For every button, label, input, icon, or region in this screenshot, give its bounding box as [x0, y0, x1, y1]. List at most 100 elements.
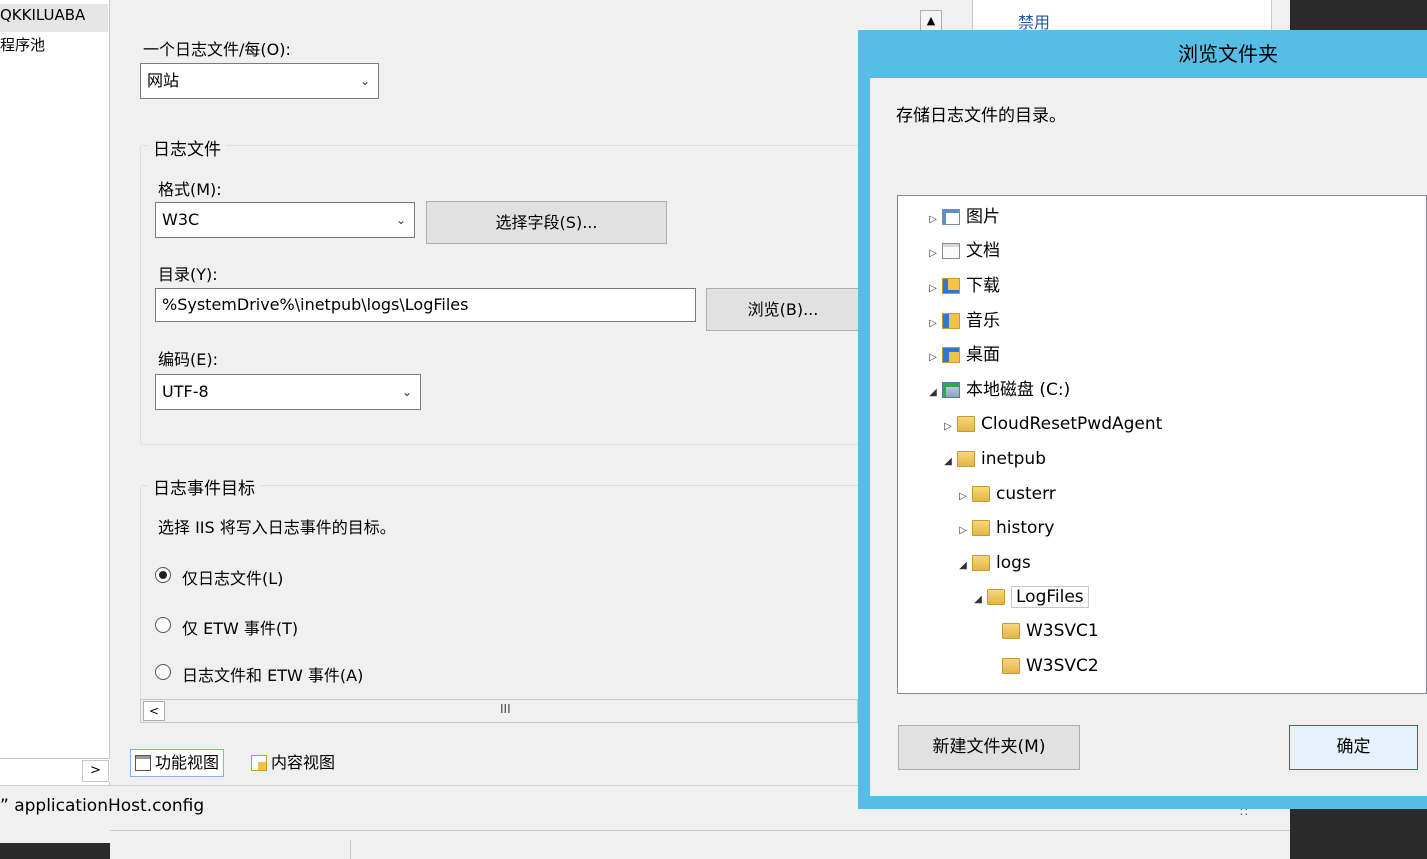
actions-pane [972, 0, 1272, 34]
scroll-right-arrow-icon[interactable]: > [82, 760, 109, 782]
desktop-folder-icon [942, 347, 960, 363]
tree-node-label: LogFiles [1011, 586, 1089, 608]
radio-selected-dot [159, 571, 167, 579]
folder-icon [972, 555, 990, 571]
directory-input[interactable]: %SystemDrive%\inetpub\logs\LogFiles [155, 288, 696, 322]
new-folder-button[interactable]: 新建文件夹(M) [898, 725, 1080, 770]
tree-item-app-pools[interactable]: 程序池 [0, 34, 45, 55]
tree-node-cloudresetpwdagent[interactable]: ▷ CloudResetPwdAgent [941, 409, 1162, 439]
directory-value: %SystemDrive%\inetpub\logs\LogFiles [162, 295, 469, 314]
encoding-select[interactable]: UTF-8 ⌄ [155, 374, 421, 410]
tree-node-label: 图片 [966, 207, 1000, 227]
tree-node-logs[interactable]: ◢ logs [956, 548, 1031, 578]
radio-both-label[interactable]: 日志文件和 ETW 事件(A) [182, 662, 363, 686]
tree-node-label: history [996, 518, 1055, 538]
tree-node-documents[interactable]: ▷ 文档 [926, 236, 1000, 266]
expand-arrow-icon[interactable]: ▷ [926, 309, 940, 339]
tree-node-label: logs [996, 553, 1031, 573]
tree-node-w3svc2[interactable]: W3SVC2 [986, 651, 1099, 681]
collapse-arrow-icon[interactable]: ◢ [926, 378, 940, 408]
encoding-label: 编码(E): [158, 350, 218, 369]
expand-arrow-icon[interactable]: ▷ [956, 516, 970, 546]
tab-content-view-label: 内容视图 [271, 753, 336, 772]
downloads-folder-icon [942, 278, 960, 294]
tree-node-label: 音乐 [966, 311, 1000, 331]
tab-features-view[interactable]: 功能视图 [130, 749, 225, 777]
music-library-icon [942, 313, 960, 329]
event-destination-description: 选择 IIS 将写入日志事件的目标。 [158, 518, 396, 537]
horizontal-scrollbar[interactable] [140, 699, 858, 723]
radio-etw-only[interactable] [155, 617, 171, 633]
radio-both[interactable] [155, 664, 171, 680]
chevron-down-icon: ⌄ [401, 385, 412, 399]
radio-log-file-only[interactable] [155, 567, 171, 583]
log-file-per-select[interactable]: 网站 ⌄ [140, 63, 379, 99]
documents-library-icon [942, 243, 960, 259]
tab-features-view-label: 功能视图 [155, 753, 220, 772]
radio-log-file-only-label[interactable]: 仅日志文件(L) [182, 565, 283, 589]
features-view-icon [135, 755, 151, 771]
connections-pane: QKKILUABA 程序池 [0, 0, 110, 785]
status-text: ” applicationHost.config [0, 796, 205, 816]
select-fields-button[interactable]: 选择字段(S)... [426, 201, 667, 244]
folder-tree[interactable]: ▷ 图片 ▷ 文档 ▷ 下载 ▷ 音乐 ▷ 桌面 ◢ 本地磁盘 (C:) ▷ CloudRes… [897, 195, 1427, 694]
tree-node-w3svc1[interactable]: W3SVC1 [986, 616, 1099, 646]
scrollbar-grip-icon[interactable]: III [500, 702, 511, 716]
folder-icon [1002, 658, 1020, 674]
expand-arrow-icon[interactable]: ▷ [926, 239, 940, 269]
format-label: 格式(M): [158, 180, 222, 199]
expand-arrow-icon[interactable]: ▷ [926, 205, 940, 235]
tree-node-desktop[interactable]: ▷ 桌面 [926, 340, 1000, 370]
expand-arrow-icon[interactable]: ▷ [926, 343, 940, 373]
expand-arrow-icon[interactable]: ▷ [926, 274, 940, 304]
collapse-arrow-icon[interactable]: ◢ [971, 585, 985, 615]
tree-node-inetpub[interactable]: ◢ inetpub [941, 444, 1046, 474]
tree-node-downloads[interactable]: ▷ 下载 [926, 271, 1000, 301]
view-tabs-bar: 功能视图 内容视图 [112, 745, 858, 785]
folder-icon [987, 589, 1005, 605]
tree-node-label: W3SVC1 [1026, 621, 1099, 641]
tree-node-music[interactable]: ▷ 音乐 [926, 306, 1000, 336]
folder-icon [957, 451, 975, 467]
tree-node-label: 文档 [966, 241, 1000, 261]
local-disk-icon [942, 382, 960, 398]
scroll-up-arrow-icon[interactable]: ▲ [920, 10, 942, 32]
format-select[interactable]: W3C ⌄ [155, 202, 415, 238]
folder-icon [972, 520, 990, 536]
format-value: W3C [162, 210, 200, 229]
collapse-arrow-icon[interactable]: ◢ [956, 551, 970, 581]
tree-node-label: 下载 [966, 276, 1000, 296]
tree-node-logfiles[interactable]: ◢ LogFiles [971, 582, 1089, 612]
tree-node-history[interactable]: ▷ history [956, 513, 1054, 543]
dialog-description: 存储日志文件的目录。 [896, 106, 1066, 126]
content-view-icon [251, 755, 267, 771]
expand-arrow-icon[interactable]: ▷ [956, 482, 970, 512]
scroll-left-arrow-icon[interactable]: < [143, 701, 165, 721]
browse-button[interactable]: 浏览(B)... [706, 288, 860, 331]
event-destination-group-title: 日志事件目标 [148, 474, 260, 499]
tree-node-label: 桌面 [966, 345, 1000, 365]
radio-etw-only-label[interactable]: 仅 ETW 事件(T) [182, 615, 298, 639]
tree-node-custerr[interactable]: ▷ custerr [956, 479, 1056, 509]
log-file-per-label: 一个日志文件/每(O): [143, 40, 291, 59]
ok-button[interactable]: 确定 [1289, 725, 1418, 770]
expand-arrow-icon[interactable]: ▷ [941, 412, 955, 442]
divider [350, 840, 351, 859]
collapse-arrow-icon[interactable]: ◢ [941, 447, 955, 477]
tree-node-local-disk[interactable]: ◢ 本地磁盘 (C:) [926, 375, 1070, 405]
log-file-per-value: 网站 [147, 71, 180, 90]
tree-node-pictures[interactable]: ▷ 图片 [926, 202, 1000, 232]
encoding-value: UTF-8 [162, 382, 209, 401]
chevron-down-icon: ⌄ [359, 74, 370, 88]
dialog-title: 浏览文件夹 [1178, 42, 1278, 66]
tree-item-server[interactable]: QKKILUABA [0, 4, 108, 32]
folder-icon [972, 486, 990, 502]
chevron-down-icon: ⌄ [395, 213, 406, 227]
tree-node-label: 本地磁盘 (C:) [966, 380, 1071, 400]
folder-icon [1002, 623, 1020, 639]
tree-node-label: inetpub [981, 449, 1046, 469]
folder-icon [957, 416, 975, 432]
tab-content-view[interactable]: 内容视图 [246, 749, 340, 777]
tree-node-label: W3SVC2 [1026, 656, 1099, 676]
pictures-library-icon [942, 209, 960, 225]
